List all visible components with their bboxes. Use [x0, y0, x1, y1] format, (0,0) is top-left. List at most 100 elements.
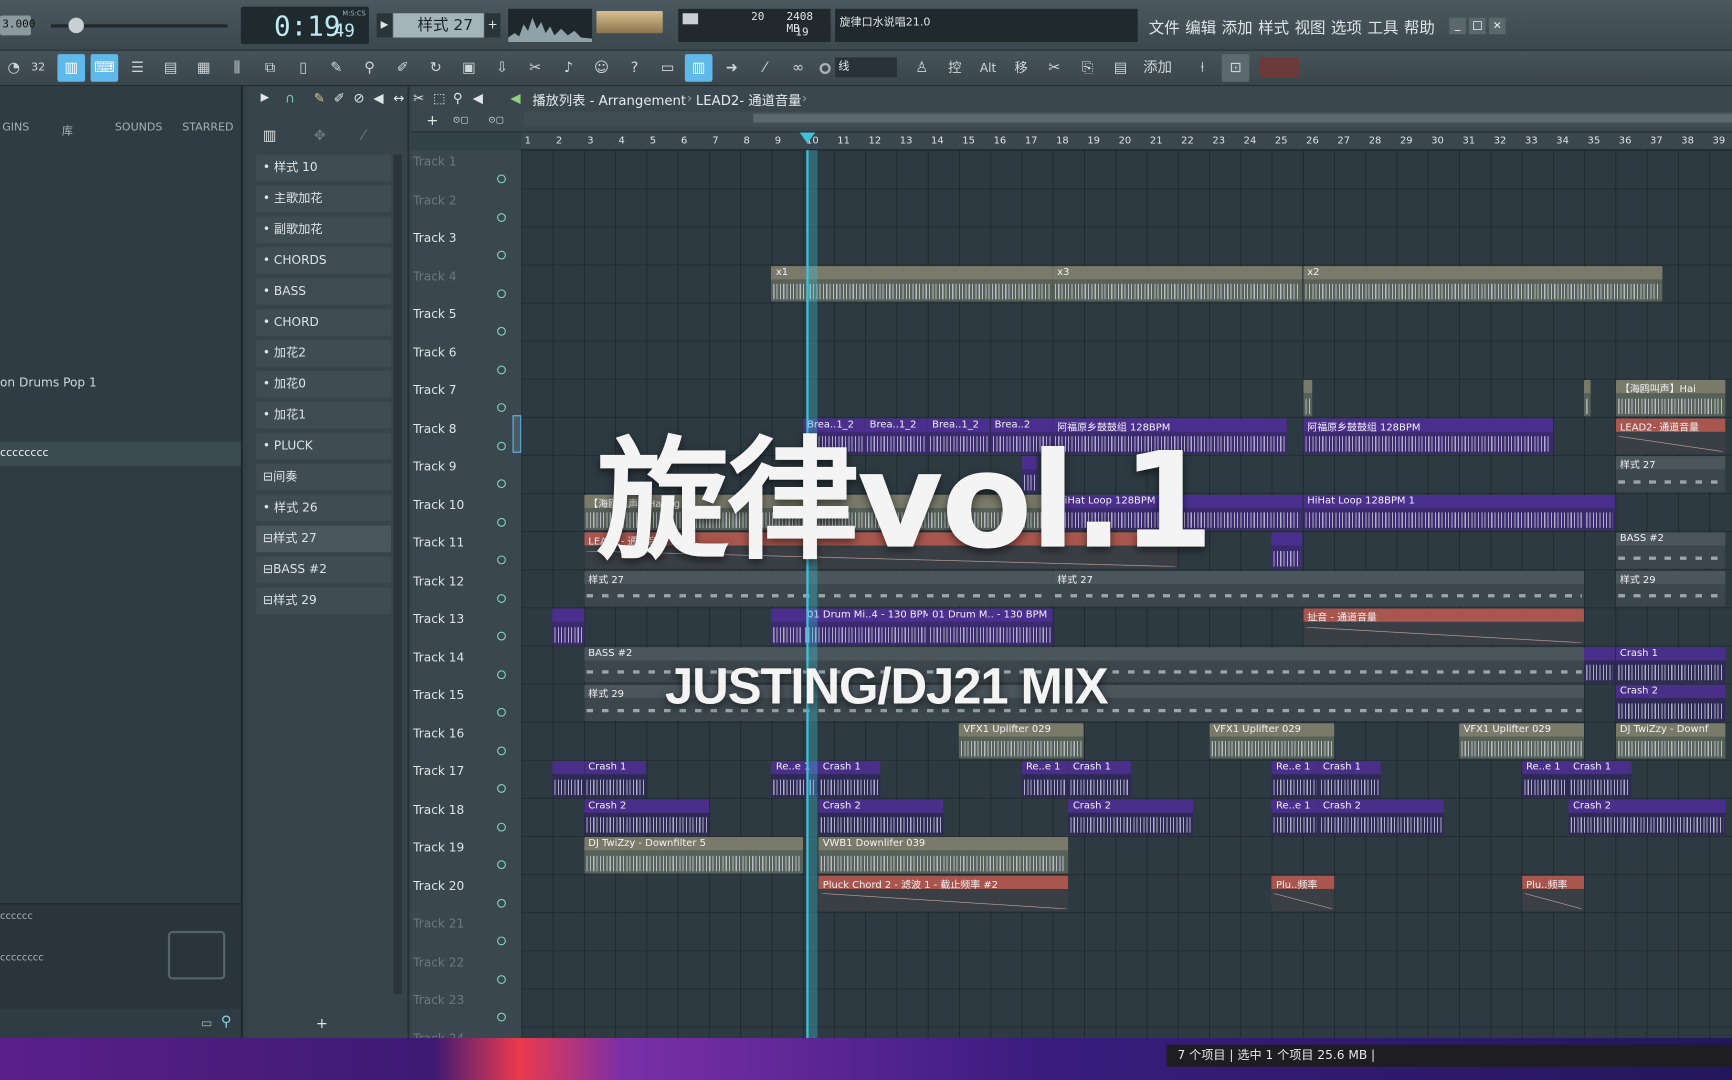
pattern-item[interactable]: ⊟样式 27	[256, 525, 392, 553]
pattern-item[interactable]: • 样式 26	[256, 494, 392, 522]
pattern-item[interactable]: • CHORD	[256, 309, 392, 336]
add-track-icon[interactable]: +	[316, 1016, 328, 1033]
add-marker-icon[interactable]: +	[426, 113, 438, 130]
track-mute-led-icon[interactable]	[497, 898, 506, 908]
piano-roll-mode-icon[interactable]: ▥	[263, 128, 277, 145]
track-mute-led-icon[interactable]	[497, 936, 506, 946]
clip[interactable]: Crash 1	[583, 760, 647, 797]
typing-icon[interactable]: ⌨	[90, 54, 119, 82]
pattern-item[interactable]: ⊟间奏	[256, 463, 392, 491]
move-button[interactable]: 移	[1007, 54, 1035, 82]
paste-icon[interactable]: ▤	[1107, 54, 1135, 82]
clip[interactable]: x3	[1052, 265, 1303, 302]
clip[interactable]: DJ TwiZzy - Downf	[1615, 722, 1725, 759]
clip[interactable]: Crash 2	[818, 798, 944, 835]
play-arrow-icon[interactable]: ▶	[261, 92, 270, 104]
magnet-icon[interactable]	[819, 62, 831, 74]
track-mute-led-icon[interactable]	[497, 745, 506, 755]
loop-toggle-icon[interactable]: ⊙▢	[488, 115, 504, 125]
track-mute-led-icon[interactable]	[497, 784, 506, 793]
pattern-scrollbar[interactable]	[393, 154, 403, 994]
clip[interactable]	[1302, 379, 1313, 416]
control-button[interactable]: 控	[941, 54, 969, 82]
track-mute-led-icon[interactable]	[497, 479, 506, 489]
track-mute-led-icon[interactable]	[497, 555, 506, 565]
clip[interactable]	[552, 760, 584, 797]
arrow-right-icon[interactable]: ➜	[718, 54, 746, 82]
snap-selector[interactable]: 线	[835, 57, 897, 78]
overview-scrollbar[interactable]	[523, 111, 1732, 127]
clip[interactable]: 【海鸥叫声】Hai	[1615, 379, 1725, 416]
track-name[interactable]: Track 6	[413, 345, 456, 359]
pencil-icon[interactable]: ✐	[389, 54, 417, 82]
zoom-tool-icon[interactable]: ⚲	[453, 91, 463, 106]
pattern-item[interactable]: • 样式 10	[256, 154, 392, 182]
minimize-button[interactable]: _	[1449, 17, 1466, 35]
link-icon[interactable]: ∞	[784, 54, 812, 82]
menu-add[interactable]: 添加	[1222, 17, 1253, 39]
track-name[interactable]: Track 14	[413, 650, 464, 664]
track-name[interactable]: Track 23	[413, 993, 464, 1007]
slip-tool-icon[interactable]: ↔	[393, 91, 404, 106]
chat-icon[interactable]: ☺	[588, 54, 616, 82]
track-mute-led-icon[interactable]	[497, 364, 506, 374]
pattern-item[interactable]: • 加花0	[256, 371, 392, 398]
clip[interactable]: DJ TwiZzy - Downfilter 5	[583, 837, 803, 873]
track-mute-led-icon[interactable]	[497, 669, 506, 679]
browser-tab-sounds[interactable]: SOUNDS	[115, 121, 163, 133]
pattern-item[interactable]: • PLUCK	[256, 432, 392, 460]
clip[interactable]: Re..e 1	[1521, 760, 1569, 797]
clip[interactable]	[771, 608, 803, 645]
pattern-selector[interactable]: 样式 27	[393, 13, 484, 38]
playlist-icon[interactable]: ▦	[190, 54, 218, 82]
time-display[interactable]: 0:19 49 M:S:CS	[240, 6, 369, 45]
track-name[interactable]: Track 17	[413, 764, 464, 778]
select-tool-icon[interactable]: ⬚	[433, 91, 446, 106]
clip[interactable]: Re..e 1	[1271, 798, 1319, 835]
clip[interactable]: Crash 2	[1068, 798, 1194, 835]
record-toggle-icon[interactable]: ⊙▢	[453, 115, 469, 125]
move-mode-icon[interactable]: ✥	[314, 128, 326, 145]
curve-mode-icon[interactable]: ⁄	[362, 128, 364, 145]
pattern-item[interactable]: • BASS	[256, 278, 392, 305]
pattern-item[interactable]: • 副歌加花	[256, 216, 392, 243]
cart-icon[interactable]: ⊡	[1221, 54, 1250, 82]
clip[interactable]: Crash 1	[818, 760, 881, 797]
track-mute-led-icon[interactable]	[497, 631, 506, 641]
clip[interactable]: HiHat Loop 128BPM 1	[1302, 494, 1585, 531]
clip[interactable]: Re..e 1	[1021, 760, 1069, 797]
track-name[interactable]: Track 22	[413, 955, 464, 969]
clip[interactable]: Pluck Chord 2 - 滤波 1 - 截止频率 #2	[818, 875, 1069, 912]
close-button[interactable]: ×	[1488, 17, 1506, 35]
pattern-item[interactable]: • 主歌加花	[256, 185, 392, 213]
track-mute-led-icon[interactable]	[497, 974, 506, 984]
piano-icon[interactable]: ▥	[684, 54, 713, 82]
clip[interactable]: LEAD2- 通道音量	[1615, 417, 1725, 454]
cut-icon[interactable]: ✂	[521, 54, 549, 82]
track-name[interactable]: Track 18	[413, 802, 464, 816]
browser-icon[interactable]: ▯	[289, 54, 317, 82]
clip[interactable]: Plu..频率	[1271, 875, 1335, 912]
track-name[interactable]: Track 21	[413, 917, 464, 931]
track-mute-led-icon[interactable]	[497, 403, 506, 412]
track-mute-led-icon[interactable]	[497, 288, 506, 298]
alt-button[interactable]: Alt	[974, 54, 1002, 82]
plugin-icon[interactable]: ⧉	[256, 54, 284, 82]
headphone-icon[interactable]: ∩	[285, 91, 295, 106]
track-name[interactable]: Track 10	[413, 497, 464, 511]
clip[interactable]: 01 Drum Mi..4 - 130 BPM	[802, 608, 928, 645]
track-mute-led-icon[interactable]	[497, 860, 506, 870]
track-mute-led-icon[interactable]	[497, 212, 506, 222]
clip[interactable]: BASS #2	[1615, 532, 1725, 569]
track-name[interactable]: Track 13	[413, 612, 464, 626]
track-name[interactable]: Track 3	[413, 231, 456, 245]
clip[interactable]: Crash 1	[1318, 760, 1381, 797]
channel-rack-icon[interactable]: ▤	[157, 54, 185, 82]
playhead-marker-icon[interactable]	[799, 132, 815, 144]
pattern-play-icon[interactable]: ▶	[376, 13, 393, 38]
browser-item-selected[interactable]: cccccccc	[0, 441, 241, 467]
touch-keyboard-icon[interactable]: ▭	[654, 54, 682, 82]
timeline-ruler[interactable]: 1 2 3 4 5 6 7 8 9 10 11 12 13 14 15 16 17 18 19 20 21 22 23 24 2…	[521, 132, 1732, 151]
clip[interactable]: Plu..频率	[1521, 875, 1585, 912]
track-name[interactable]: Track 11	[413, 536, 464, 550]
